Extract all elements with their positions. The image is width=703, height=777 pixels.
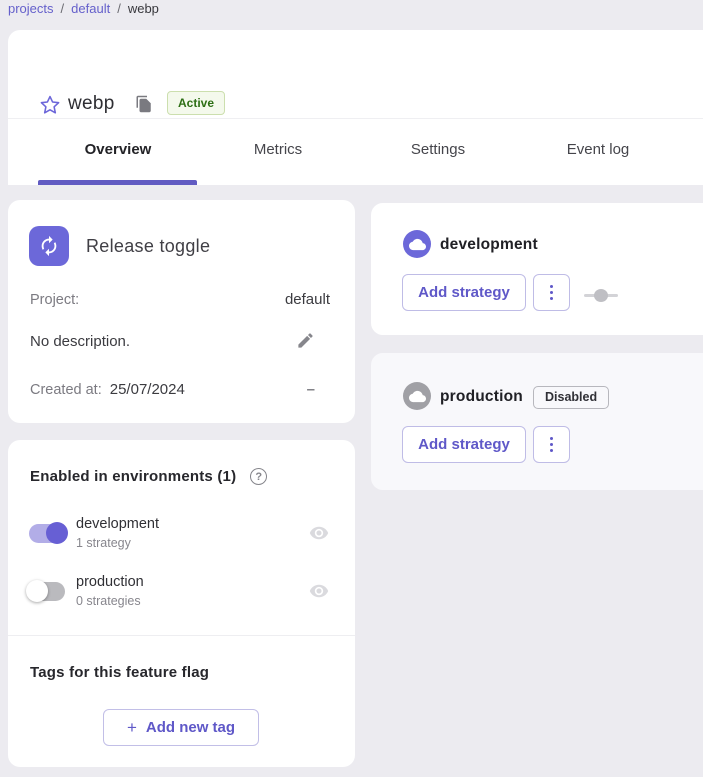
status-badge: Active (167, 91, 225, 115)
production-strategies-panel: production Disabled Add strategy (371, 353, 703, 490)
created-at-row: Created at: 25/07/2024 – (30, 381, 315, 398)
add-new-tag-label: Add new tag (146, 719, 235, 736)
strategy-connector-icon (584, 289, 618, 302)
environment-strategy-count: 0 strategies (76, 594, 144, 608)
card-divider (8, 635, 355, 636)
preview-eye-icon[interactable] (309, 581, 329, 601)
environment-name: development (76, 516, 159, 532)
active-tab-indicator (38, 180, 197, 185)
tab-settings[interactable]: Settings (358, 118, 518, 180)
feature-details-card: Release toggle Project: default No descr… (8, 200, 355, 423)
kebab-dot (550, 297, 554, 301)
help-icon[interactable]: ? (250, 468, 267, 485)
kebab-dot (550, 449, 554, 453)
preview-eye-icon[interactable] (309, 523, 329, 543)
toggle-knob (26, 580, 48, 602)
production-toggle[interactable] (29, 582, 65, 601)
plus-icon: + (127, 718, 137, 738)
copy-name-icon[interactable] (135, 95, 155, 115)
kebab-dot (550, 437, 554, 441)
page-title: webp (68, 93, 115, 115)
breadcrumb-separator: / (117, 1, 121, 16)
tab-overview[interactable]: Overview (38, 118, 198, 180)
environment-row-production: production 0 strategies (29, 569, 329, 613)
panel-environment-name: production (440, 388, 523, 406)
edit-description-icon[interactable] (296, 331, 316, 351)
breadcrumb-link-default[interactable]: default (71, 1, 110, 16)
tags-section-title: Tags for this feature flag (30, 664, 209, 681)
project-label: Project: (30, 292, 79, 308)
description-row: No description. (30, 331, 316, 351)
toggle-knob (46, 522, 68, 544)
tab-event-log[interactable]: Event log (518, 118, 678, 180)
panel-environment-name: development (440, 236, 538, 254)
breadcrumb-separator: / (61, 1, 65, 16)
add-strategy-button[interactable]: Add strategy (402, 426, 526, 463)
created-at-value: 25/07/2024 (110, 381, 185, 398)
feature-title-row: webp Active (8, 30, 703, 118)
kebab-dot (550, 443, 554, 447)
release-toggle-icon (29, 226, 69, 266)
environment-menu-button[interactable] (533, 426, 570, 463)
collapse-details-button[interactable]: – (307, 381, 315, 398)
feature-type-label: Release toggle (86, 236, 210, 257)
favorite-star-icon[interactable] (36, 91, 64, 119)
tab-metrics[interactable]: Metrics (198, 118, 358, 180)
feature-header-card: webp Active Overview Metrics Settings Ev… (8, 30, 703, 185)
cloud-icon (403, 230, 431, 258)
kebab-dot (550, 291, 554, 295)
project-value: default (285, 291, 330, 308)
breadcrumb-current: webp (128, 1, 159, 16)
cloud-icon (403, 382, 431, 410)
environments-card: Enabled in environments (1) ? developmen… (8, 440, 355, 767)
project-row: Project: default (30, 291, 330, 308)
environment-menu-button[interactable] (533, 274, 570, 311)
development-strategies-panel: development Add strategy (371, 203, 703, 335)
breadcrumb: projects / default / webp (8, 1, 159, 16)
breadcrumb-link-projects[interactable]: projects (8, 1, 54, 16)
environments-card-title: Enabled in environments (1) (30, 468, 236, 485)
environment-name: production (76, 574, 144, 590)
environment-row-development: development 1 strategy (29, 511, 329, 555)
created-at-label: Created at: (30, 382, 102, 398)
environment-strategy-count: 1 strategy (76, 536, 159, 550)
development-toggle[interactable] (29, 524, 65, 543)
description-text: No description. (30, 333, 130, 350)
disabled-chip: Disabled (533, 386, 609, 409)
add-strategy-button[interactable]: Add strategy (402, 274, 526, 311)
kebab-dot (550, 285, 554, 289)
add-new-tag-button[interactable]: + Add new tag (103, 709, 259, 746)
